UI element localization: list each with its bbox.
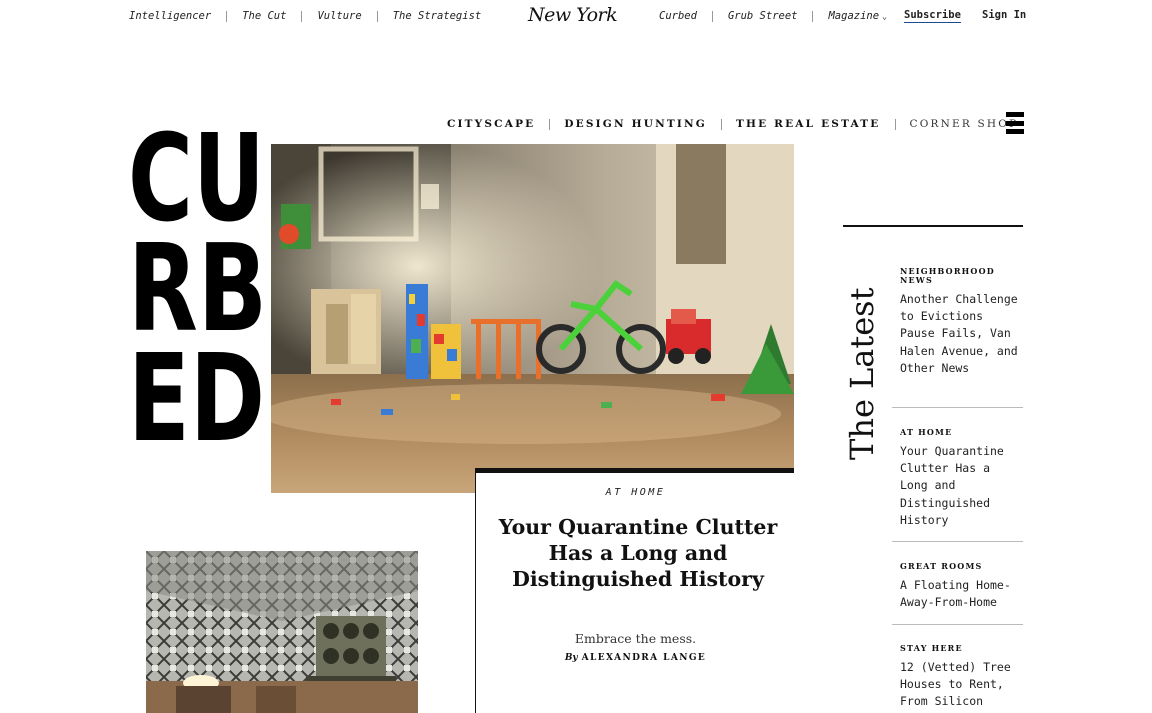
chevron-down-icon: ⌄ [882,12,887,21]
nav-divider [812,10,814,22]
hamburger-icon[interactable] [1006,112,1024,134]
byline-by: By [564,653,578,663]
latest-item[interactable]: STAY HERE 12 (Vetted) Tree Houses to Ren… [900,644,1024,713]
hero-headline[interactable]: Your Quarantine Clutter Has a Long and D… [498,514,778,592]
nav-link-the-strategist[interactable]: The Strategist [393,10,482,22]
latest-item[interactable]: AT HOME Your Quarantine Clutter Has a Lo… [900,428,1024,529]
section-divider [894,118,896,130]
latest-item[interactable]: GREAT ROOMS A Floating Home-Away-From-Ho… [900,562,1024,611]
section-link-cityscape[interactable]: CITYSCAPE [447,118,535,130]
latest-item-kicker[interactable]: AT HOME [900,428,1024,437]
latest-item-headline[interactable]: Another Challenge to Evictions Pause Fai… [900,291,1024,377]
latest-divider [892,407,1023,408]
section-divider [720,118,722,130]
nav-divider [711,10,713,22]
latest-item-kicker[interactable]: NEIGHBORHOOD NEWS [900,267,1024,285]
secondary-photo-patterned-room [146,551,418,713]
new-york-logo[interactable]: New York [528,4,618,26]
sign-in-link[interactable]: Sign In [982,9,1026,21]
hero-dek: Embrace the mess. [574,631,697,646]
hamburger-bar [1006,112,1024,117]
nav-divider [376,10,378,22]
latest-divider [892,541,1023,542]
section-link-the-real-estate[interactable]: THE REAL ESTATE [736,118,881,130]
network-links-right: Curbed Grub Street Magazine ⌄ [659,10,887,22]
section-navigation: CITYSCAPE DESIGN HUNTING THE REAL ESTATE… [447,118,1018,130]
section-divider [549,118,551,130]
top-navigation: Intelligencer The Cut Vulture The Strate… [0,0,1152,34]
hero-byline: By ALEXANDRA LANGE [476,653,795,663]
byline-author[interactable]: ALEXANDRA LANGE [582,653,707,663]
hamburger-bar [1006,129,1024,134]
the-latest-heading: The Latest [843,287,881,460]
hamburger-bar [1006,120,1024,126]
secondary-story-image[interactable] [146,551,418,713]
curbed-logo[interactable]: CU RB ED [130,114,267,440]
nav-link-grub-street[interactable]: Grub Street [728,10,798,22]
subscribe-link[interactable]: Subscribe [904,9,961,23]
nav-link-vulture[interactable]: Vulture [317,10,361,22]
latest-item-headline[interactable]: Your Quarantine Clutter Has a Long and D… [900,443,1024,529]
latest-item-headline[interactable]: 12 (Vetted) Tree Houses to Rent, From Si… [900,659,1024,713]
hero-photo-room-with-toys [271,144,794,493]
network-links-left: Intelligencer The Cut Vulture The Strate… [129,10,481,22]
latest-item[interactable]: NEIGHBORHOOD NEWS Another Challenge to E… [900,267,1024,377]
nav-link-intelligencer[interactable]: Intelligencer [129,10,211,22]
latest-item-headline[interactable]: A Floating Home-Away-From-Home [900,577,1024,611]
nav-link-the-cut[interactable]: The Cut [242,10,286,22]
nav-link-curbed[interactable]: Curbed [659,10,697,22]
nav-divider [301,10,303,22]
hero-kicker[interactable]: AT HOME [476,487,795,498]
hero-image[interactable] [271,144,794,493]
section-link-design-hunting[interactable]: DESIGN HUNTING [564,118,707,130]
nav-link-magazine-label: Magazine [828,10,880,22]
latest-item-kicker[interactable]: STAY HERE [900,644,1024,653]
latest-top-rule [843,225,1023,227]
nav-link-magazine[interactable]: Magazine ⌄ [828,10,886,22]
nav-divider [226,10,228,22]
curbed-logo-line-3: ED [130,330,265,440]
latest-item-kicker[interactable]: GREAT ROOMS [900,562,1024,571]
hero-article-card[interactable]: AT HOME Your Quarantine Clutter Has a Lo… [475,468,794,713]
section-link-corner-shop[interactable]: CORNER SHOP [910,118,1019,130]
latest-divider [892,624,1023,625]
